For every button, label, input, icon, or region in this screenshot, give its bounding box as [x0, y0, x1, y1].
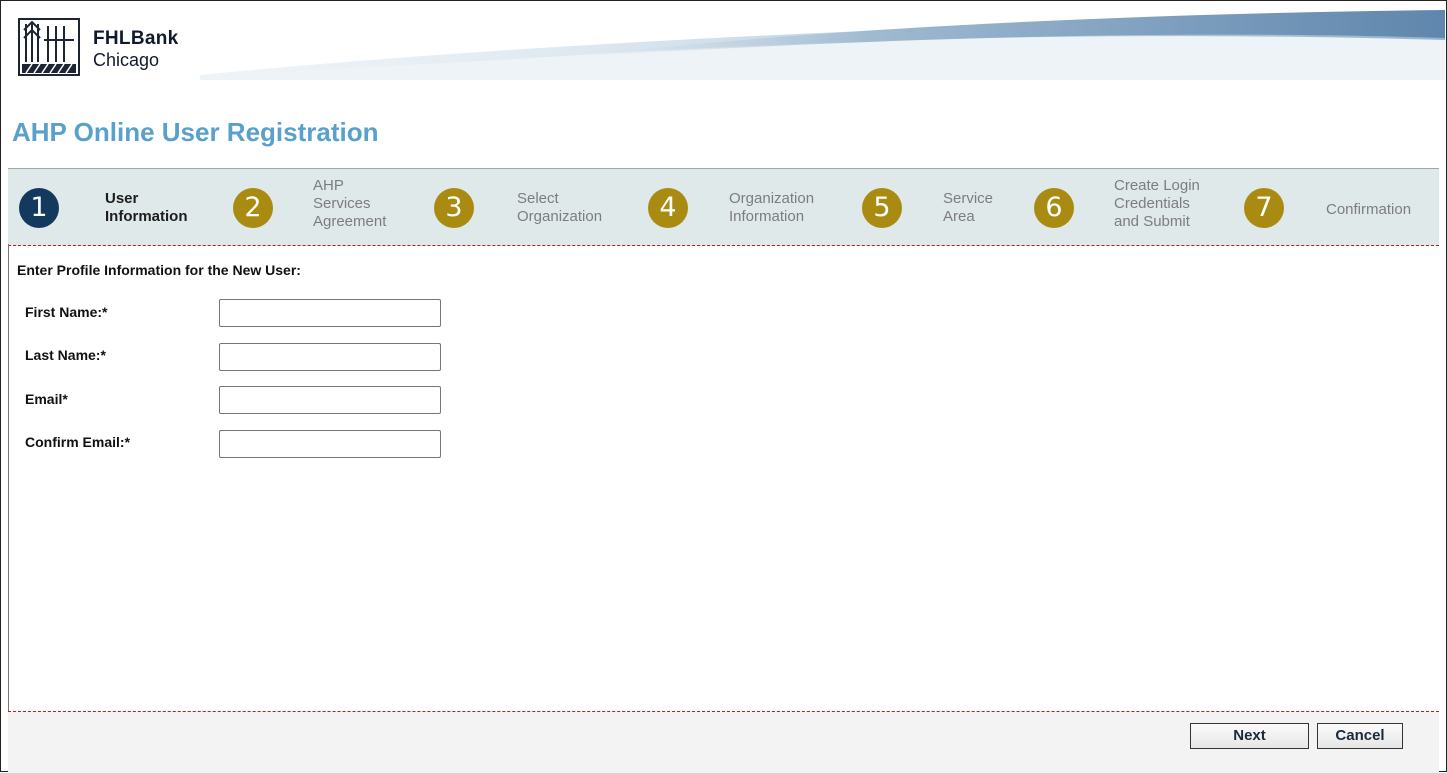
step-2-number-icon: 2: [233, 188, 273, 228]
step-6-number-icon: 6: [1034, 188, 1074, 228]
content-left-border: [8, 244, 9, 711]
page-header: FHLBank Chicago: [0, 0, 1445, 80]
cancel-button[interactable]: Cancel: [1317, 723, 1403, 749]
header-swoosh-graphic: [200, 10, 1445, 80]
confirm-email-label: Confirm Email:*: [25, 434, 131, 450]
next-button[interactable]: Next: [1190, 723, 1309, 749]
first-name-label: First Name:*: [25, 304, 108, 320]
brand-name: FHLBank: [93, 28, 179, 49]
step-2-label: AHP Services Agreement: [313, 177, 387, 230]
step-6-label: Create Login Credentials and Submit: [1114, 177, 1200, 230]
step-4-label: Organization Information: [729, 190, 815, 225]
app-frame: [0, 0, 1447, 772]
step-3-label: Select Organization: [517, 190, 603, 225]
step-7-label: Confirmation: [1326, 201, 1412, 218]
step-7-number-icon: 7: [1244, 188, 1284, 228]
email-label: Email*: [25, 391, 68, 407]
step-1-number-icon: 1: [19, 188, 59, 228]
form-footer: Next Cancel: [8, 711, 1439, 773]
last-name-input[interactable]: [219, 343, 441, 371]
step-4-number-icon: 4: [648, 188, 688, 228]
confirm-email-input[interactable]: [219, 430, 441, 458]
form-heading: Enter Profile Information for the New Us…: [17, 262, 301, 278]
fhlbank-logo-icon: [18, 18, 80, 76]
email-input[interactable]: [219, 386, 441, 414]
brand-city: Chicago: [93, 50, 160, 70]
step-3-number-icon: 3: [434, 188, 474, 228]
step-1-label: User Information: [105, 190, 188, 225]
first-name-input[interactable]: [219, 299, 441, 327]
registration-steps-bar: 1 User Information 2 AHP Services Agreem…: [8, 168, 1439, 246]
step-5-label: Service Area: [943, 190, 994, 225]
step-5-number-icon: 5: [862, 188, 902, 228]
last-name-label: Last Name:*: [25, 347, 106, 363]
page-title: AHP Online User Registration: [12, 117, 379, 147]
